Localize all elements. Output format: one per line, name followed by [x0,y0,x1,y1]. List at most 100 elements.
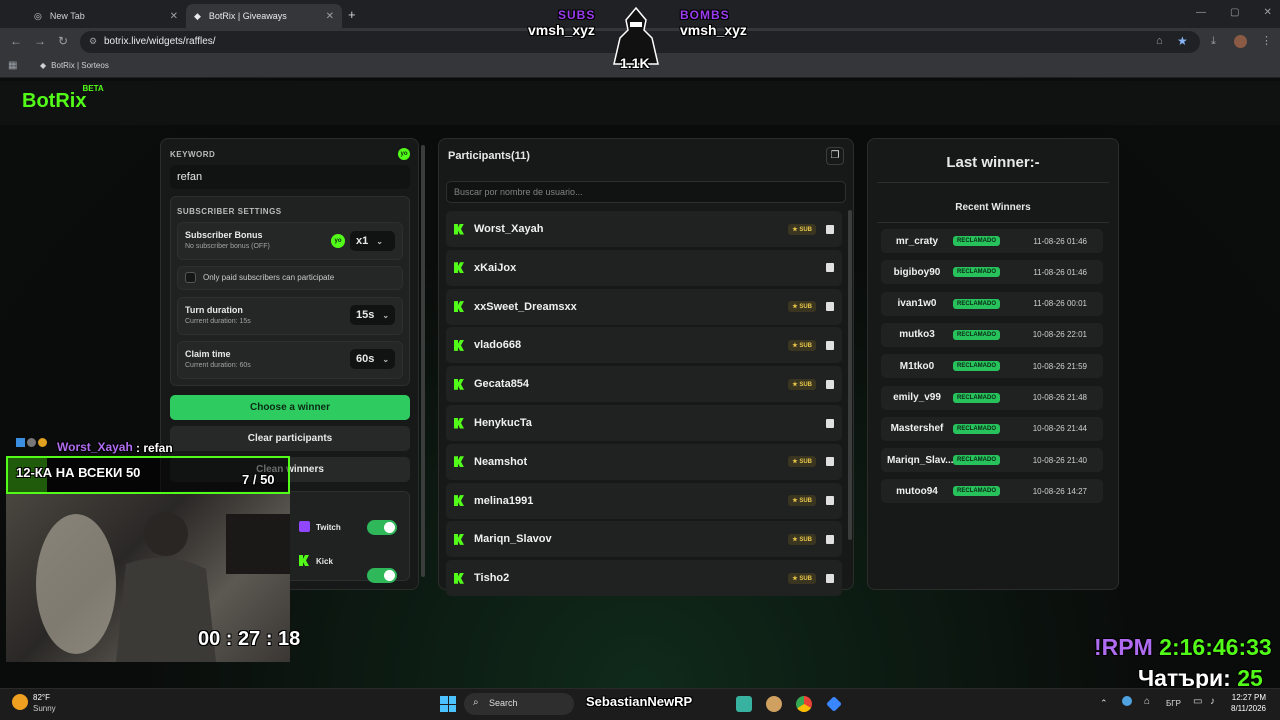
paid-only-checkbox[interactable] [185,272,196,283]
keyword-label: KEYWORD [170,150,216,159]
translate-icon[interactable]: ⌂ [1156,35,1163,47]
yo-badge-icon: yo [331,234,345,248]
trash-icon[interactable] [826,224,834,234]
kick-icon [454,262,464,274]
kick-icon [454,572,464,584]
bonus-title: Subscriber Bonus [185,230,263,240]
claimed-badge: RECLAMADO [953,486,1000,497]
clock-time: 12:27 PM [1231,693,1266,702]
display-icon[interactable]: ▭ [1193,696,1202,707]
forward-icon[interactable]: → [34,34,46,48]
windows-start-icon[interactable] [440,696,456,712]
badge-icon [38,438,47,447]
choose-winner-button[interactable]: Choose a winner [170,395,410,420]
participant-name: HenykucTa [474,417,532,429]
twitch-toggle[interactable] [367,520,397,535]
trash-icon[interactable] [826,573,834,583]
participant-row[interactable]: Neamshot ★ SUB [446,443,842,480]
kick-toggle[interactable] [367,568,397,583]
participant-row[interactable]: Mariqn_Slavov ★ SUB [446,521,842,558]
settings-scrollbar[interactable] [421,145,425,577]
botrix-logo[interactable]: BotRixBETA [22,84,108,113]
winner-date: 10-08-26 21:44 [1032,424,1087,434]
bombs-name: vmsh_xyz [680,22,747,38]
participants-scrollbar[interactable] [848,210,852,540]
trash-icon[interactable] [826,534,834,544]
download-icon[interactable]: ⤓ [1211,35,1216,48]
participant-row[interactable]: HenykucTa [446,405,842,441]
menu-icon[interactable]: ⋮ [1261,34,1272,47]
site-info-icon[interactable]: ⚙ [89,36,97,47]
kick-icon [454,223,464,235]
app-icon[interactable] [766,696,782,712]
turn-title: Turn duration [185,305,243,315]
apps-icon[interactable]: ▦ [8,60,17,71]
claim-time-select[interactable]: 60s ⌄ [350,349,395,369]
winner-date: 10-08-26 14:27 [1032,486,1087,496]
winner-name: emily_v99 [893,392,941,403]
participant-row[interactable]: xxSweet_Dreamsxx ★ SUB [446,288,842,325]
clear-participants-button[interactable]: Clear participants [170,426,410,451]
sub-badge: ★ SUB [788,495,816,507]
onedrive-icon[interactable] [1122,696,1132,706]
winner-name: mutko3 [899,329,935,341]
bookmark-botrix[interactable]: ◆ BotRix | Sorteos [40,61,109,70]
goal-count: 7 / 50 [242,472,275,487]
chrome-icon[interactable] [796,696,812,712]
sub-badge: ★ SUB [788,378,816,390]
kick-icon [454,456,464,468]
copy-icon[interactable]: ❐ [826,147,844,165]
trash-icon[interactable] [826,263,834,273]
participant-row[interactable]: xKaiJox [446,249,842,286]
participant-row[interactable]: melina1991 ★ SUB [446,482,842,519]
participant-search-input[interactable]: Buscar por nombre de usuario... [446,181,846,203]
app-icon[interactable] [736,696,752,712]
participant-name: melina1991 [474,494,534,507]
kick-icon [454,301,464,313]
trash-icon[interactable] [826,457,834,467]
claimed-badge: RECLAMADO [953,329,1000,340]
tab-new-tab[interactable]: ◎ New Tab ✕ [26,4,186,28]
volume-icon[interactable]: ♪ [1210,696,1215,707]
tab-botrix[interactable]: ◆ BotRix | Giveaways ✕ [186,4,342,28]
trash-icon[interactable] [826,340,834,350]
claim-title: Claim time [185,349,231,359]
back-icon[interactable]: ← [10,34,22,48]
streamer-name: SebastianNewRP [586,694,693,709]
trash-icon[interactable] [826,496,834,506]
participant-row[interactable]: Worst_Xayah ★ SUB [446,211,842,247]
minimize-icon[interactable]: — [1196,7,1206,18]
winner-date: 11-08-26 00:01 [1033,299,1087,309]
turn-duration-select[interactable]: 15s ⌄ [350,305,395,325]
search-icon: ⌕ [473,697,479,708]
winner-row: Mariqn_Slav... RECLAMADO 10-08-26 21:40 [881,448,1103,473]
restore-icon[interactable]: ▢ [1230,7,1239,18]
participant-row[interactable]: Tisho2 ★ SUB [446,560,842,597]
botrix-favicon-icon: ◆ [40,61,47,70]
claimed-badge: RECLAMADO [953,298,1000,309]
reload-icon[interactable]: ↻ [58,34,68,48]
trash-icon[interactable] [826,379,834,389]
weather-temp: 82°F [33,693,50,702]
close-window-icon[interactable]: ✕ [1263,7,1271,18]
chevron-up-icon[interactable]: ⌃ [1100,698,1108,709]
trash-icon[interactable] [826,418,834,428]
close-icon[interactable]: ✕ [170,11,178,22]
taskbar-search[interactable]: ⌕ Search [464,693,574,715]
chat-message: : refan [136,441,173,455]
new-tab-button[interactable]: + [348,7,356,22]
participant-row[interactable]: Gecata854 ★ SUB [446,366,842,403]
kick-icon [454,495,464,507]
network-icon[interactable]: ⌂ [1144,696,1150,707]
weather-sun-icon[interactable] [12,694,28,710]
window-controls[interactable]: — ▢ ✕ [1196,7,1272,18]
trash-icon[interactable] [826,302,834,312]
keyword-input[interactable]: refan [170,165,410,189]
avatar[interactable] [1234,35,1247,48]
participant-row[interactable]: vlado668 ★ SUB [446,327,842,364]
language-indicator[interactable]: БГР [1166,699,1181,708]
close-icon[interactable]: ✕ [326,11,334,22]
bonus-select[interactable]: x1 ⌄ [350,231,395,251]
kick-icon [454,378,464,390]
bookmark-star-icon[interactable]: ★ [1177,34,1188,48]
